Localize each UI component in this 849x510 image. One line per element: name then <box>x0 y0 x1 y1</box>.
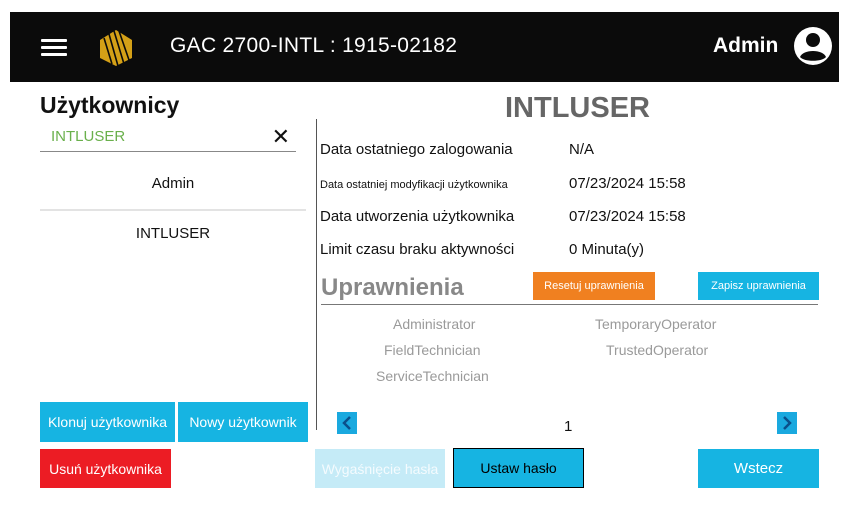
previous-page-button[interactable] <box>337 412 357 434</box>
user-list: Admin INTLUSER <box>40 159 306 261</box>
permission-field-technician[interactable]: FieldTechnician <box>384 342 481 358</box>
current-user-label[interactable]: Admin <box>713 34 778 58</box>
permissions-heading: Uprawnienia <box>321 274 464 301</box>
chevron-left-icon <box>342 416 351 430</box>
delete-user-button[interactable]: Usuń użytkownika <box>40 449 171 488</box>
users-heading: Użytkownicy <box>40 92 180 118</box>
user-list-item-admin[interactable]: Admin <box>40 159 306 211</box>
expire-password-button[interactable]: Wygaśnięcie hasła <box>315 449 445 488</box>
last-modified-value: 07/23/2024 15:58 <box>569 175 686 192</box>
user-search-input[interactable] <box>51 124 271 148</box>
top-bar: GAC 2700-INTL : 1915-02182 Admin <box>10 12 839 82</box>
inactivity-value: 0 Minuta(y) <box>569 241 645 258</box>
back-button[interactable]: Wstecz <box>698 449 819 488</box>
set-password-button[interactable]: Ustaw hasło <box>453 448 584 488</box>
next-page-button[interactable] <box>777 412 797 434</box>
created-value: 07/23/2024 15:58 <box>569 208 686 225</box>
clone-user-button[interactable]: Klonuj użytkownika <box>40 402 175 442</box>
app-title: GAC 2700-INTL : 1915-02182 <box>170 34 458 57</box>
page-number: 1 <box>564 418 573 435</box>
inactivity-label: Limit czasu braku aktywności <box>320 241 515 258</box>
permission-trusted-operator[interactable]: TrustedOperator <box>606 342 708 358</box>
permissions-divider <box>321 304 818 305</box>
hamburger-menu-icon[interactable] <box>41 39 67 57</box>
last-modified-label: Data ostatniej modyfikacji użytkownika <box>320 179 508 191</box>
user-search: ✕ <box>40 124 296 152</box>
user-list-item-intluser[interactable]: INTLUSER <box>40 211 306 261</box>
selected-username: INTLUSER <box>505 92 650 124</box>
reset-permissions-button[interactable]: Resetuj uprawnienia <box>533 272 655 300</box>
chevron-right-icon <box>783 416 792 430</box>
permission-temporary-operator[interactable]: TemporaryOperator <box>595 316 716 332</box>
app-window: GAC 2700-INTL : 1915-02182 Admin Użytkow… <box>10 12 839 510</box>
last-login-label: Data ostatniego zalogowania <box>320 141 513 158</box>
panel-divider <box>316 119 317 430</box>
save-permissions-button[interactable]: Zapisz uprawnienia <box>698 272 819 300</box>
gac-logo-icon <box>100 30 132 67</box>
permission-service-technician[interactable]: ServiceTechnician <box>376 368 489 384</box>
clear-search-icon[interactable]: ✕ <box>272 126 290 148</box>
new-user-button[interactable]: Nowy użytkownik <box>178 402 308 442</box>
account-circle-icon[interactable] <box>793 26 833 66</box>
created-label: Data utworzenia użytkownika <box>320 208 515 225</box>
last-login-value: N/A <box>569 141 595 158</box>
permission-administrator[interactable]: Administrator <box>393 316 475 332</box>
